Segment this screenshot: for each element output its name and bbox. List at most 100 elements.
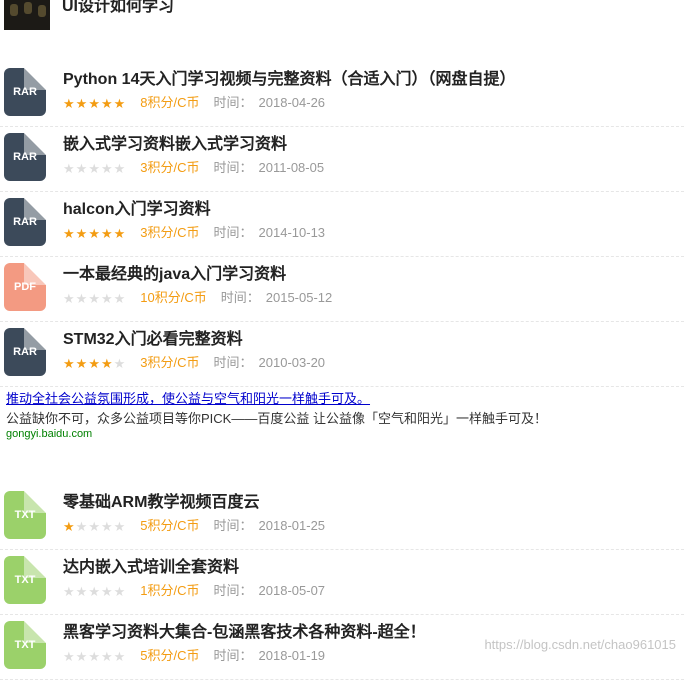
list-item[interactable]: RAR halcon入门学习资料 ★★★★★ 3积分/C币 时间： 2014-10-13 [0, 192, 684, 257]
star-icon: ★ [100, 355, 114, 371]
star-icon: ★ [100, 583, 114, 599]
item-title[interactable]: STM32入门必看完整资料 [63, 325, 243, 349]
ad-url[interactable]: gongyi.baidu.com [6, 428, 676, 440]
star-icon: ★ [63, 355, 76, 371]
watermark: https://blog.csdn.net/chao961015 [484, 637, 676, 652]
star-icon: ★ [100, 518, 114, 534]
rar-file-icon[interactable]: RAR [4, 68, 46, 116]
time-label: 时间： [213, 225, 253, 240]
star-icon: ★ [88, 160, 101, 176]
star-icon: ★ [88, 583, 101, 599]
txt-file-icon[interactable]: TXT [4, 621, 46, 669]
item-title[interactable]: 达内嵌入式培训全套资料 [63, 553, 239, 577]
item-title[interactable]: 一本最经典的java入门学习资料 [63, 260, 286, 284]
ad-link[interactable]: 推动全社会公益氛围形成，使公益与空气和阳光一样触手可及。 [6, 388, 676, 407]
rating-stars: ★★★★★ [63, 519, 126, 535]
points-cost: 5积分/C币 [140, 648, 200, 663]
star-icon: ★ [63, 583, 76, 599]
upload-date: 2018-04-26 [258, 95, 326, 110]
points-cost: 3积分/C币 [140, 160, 200, 175]
star-icon: ★ [113, 95, 127, 111]
star-icon: ★ [100, 648, 114, 664]
upload-date: 2018-01-19 [258, 648, 326, 663]
thumbnail-image[interactable] [4, 0, 50, 30]
time-label: 时间： [213, 583, 253, 598]
list-item[interactable]: RAR STM32入门必看完整资料 ★★★★★ 3积分/C币 时间： 2010-03-20 [0, 322, 684, 387]
pdf-file-icon[interactable]: PDF [4, 263, 46, 311]
item-meta: ★★★★★ 5积分/C币 时间： 2018-01-19 [63, 645, 325, 665]
item-title[interactable]: 嵌入式学习资料嵌入式学习资料 [63, 130, 287, 154]
rating-stars: ★★★★★ [63, 584, 126, 600]
list-item[interactable]: PDF 一本最经典的java入门学习资料 ★★★★★ 10积分/C币 时间： 2015-0… [0, 257, 684, 322]
star-icon: ★ [113, 518, 127, 534]
file-type-label: RAR [13, 216, 37, 228]
star-icon: ★ [100, 95, 114, 111]
item-title[interactable]: 零基础ARM教学视频百度云 [63, 488, 259, 512]
list-item[interactable]: RAR Python 14天入门学习视频与完整资料（合适入门）（网盘自提） ★★★★… [0, 62, 684, 127]
star-icon: ★ [113, 648, 127, 664]
points-cost: 3积分/C币 [140, 355, 200, 370]
upload-date: 2018-05-07 [258, 583, 326, 598]
star-icon: ★ [63, 225, 76, 241]
ad-block: 推动全社会公益氛围形成，使公益与空气和阳光一样触手可及。 公益缺你不可，众多公益… [6, 388, 676, 440]
rar-file-icon[interactable]: RAR [4, 133, 46, 181]
star-icon: ★ [63, 290, 76, 306]
time-label: 时间： [213, 355, 253, 370]
star-icon: ★ [75, 160, 89, 176]
star-icon: ★ [75, 355, 89, 371]
rating-stars: ★★★★★ [63, 226, 126, 242]
star-icon: ★ [88, 518, 101, 534]
upload-date: 2015-05-12 [265, 290, 333, 305]
star-icon: ★ [100, 160, 114, 176]
rating-stars: ★★★★★ [63, 161, 126, 177]
list-item[interactable]: TXT 达内嵌入式培训全套资料 ★★★★★ 1积分/C币 时间： 2018-05-07 [0, 550, 684, 615]
star-icon: ★ [63, 160, 76, 176]
rating-stars: ★★★★★ [63, 291, 126, 307]
points-cost: 3积分/C币 [140, 225, 200, 240]
time-label: 时间： [213, 160, 253, 175]
list-item[interactable]: TXT 零基础ARM教学视频百度云 ★★★★★ 5积分/C币 时间： 2018-01-25 [0, 485, 684, 550]
item-title[interactable]: Python 14天入门学习视频与完整资料（合适入门）（网盘自提） [63, 65, 515, 89]
star-icon: ★ [113, 583, 127, 599]
points-cost: 1积分/C币 [140, 583, 200, 598]
item-meta: ★★★★★ 3积分/C币 时间： 2011-08-05 [63, 157, 324, 177]
star-icon: ★ [75, 290, 89, 306]
file-type-label: RAR [13, 86, 37, 98]
star-icon: ★ [75, 225, 89, 241]
star-icon: ★ [88, 290, 101, 306]
star-icon: ★ [113, 355, 127, 371]
ad-description: 公益缺你不可，众多公益项目等你PICK——百度公益 让公益像「空气和阳光」一样触… [6, 411, 547, 426]
star-icon: ★ [100, 225, 114, 241]
star-icon: ★ [88, 95, 101, 111]
item-meta: ★★★★★ 3积分/C币 时间： 2010-03-20 [63, 352, 325, 372]
file-type-label: TXT [14, 639, 36, 651]
star-icon: ★ [88, 648, 101, 664]
item-title[interactable]: halcon入门学习资料 [63, 195, 211, 219]
txt-file-icon[interactable]: TXT [4, 556, 46, 604]
time-label: 时间： [220, 290, 260, 305]
upload-date: 2011-08-05 [258, 160, 325, 175]
list-item[interactable]: RAR 嵌入式学习资料嵌入式学习资料 ★★★★★ 3积分/C币 时间： 2011-08-0… [0, 127, 684, 192]
points-cost: 5积分/C币 [140, 518, 200, 533]
star-icon: ★ [113, 225, 127, 241]
upload-date: 2010-03-20 [258, 355, 326, 370]
points-cost: 10积分/C币 [140, 290, 207, 305]
item-meta: ★★★★★ 8积分/C币 时间： 2018-04-26 [63, 92, 325, 112]
item-meta: ★★★★★ 5积分/C币 时间： 2018-01-25 [63, 515, 325, 535]
time-label: 时间： [213, 518, 253, 533]
rating-stars: ★★★★★ [63, 96, 126, 112]
upload-date: 2018-01-25 [258, 518, 326, 533]
star-icon: ★ [100, 290, 114, 306]
item-title[interactable]: 黑客学习资料大集合-包涵黑客技术各种资料-超全！ [63, 618, 426, 642]
star-icon: ★ [63, 95, 76, 111]
txt-file-icon[interactable]: TXT [4, 491, 46, 539]
rar-file-icon[interactable]: RAR [4, 328, 46, 376]
star-icon: ★ [75, 95, 89, 111]
star-icon: ★ [75, 518, 89, 534]
star-icon: ★ [75, 648, 89, 664]
file-type-label: RAR [13, 151, 37, 163]
file-type-label: TXT [14, 509, 36, 521]
top-item-title[interactable]: UI设计如何学习 [62, 0, 174, 16]
rar-file-icon[interactable]: RAR [4, 198, 46, 246]
file-type-label: RAR [13, 346, 37, 358]
